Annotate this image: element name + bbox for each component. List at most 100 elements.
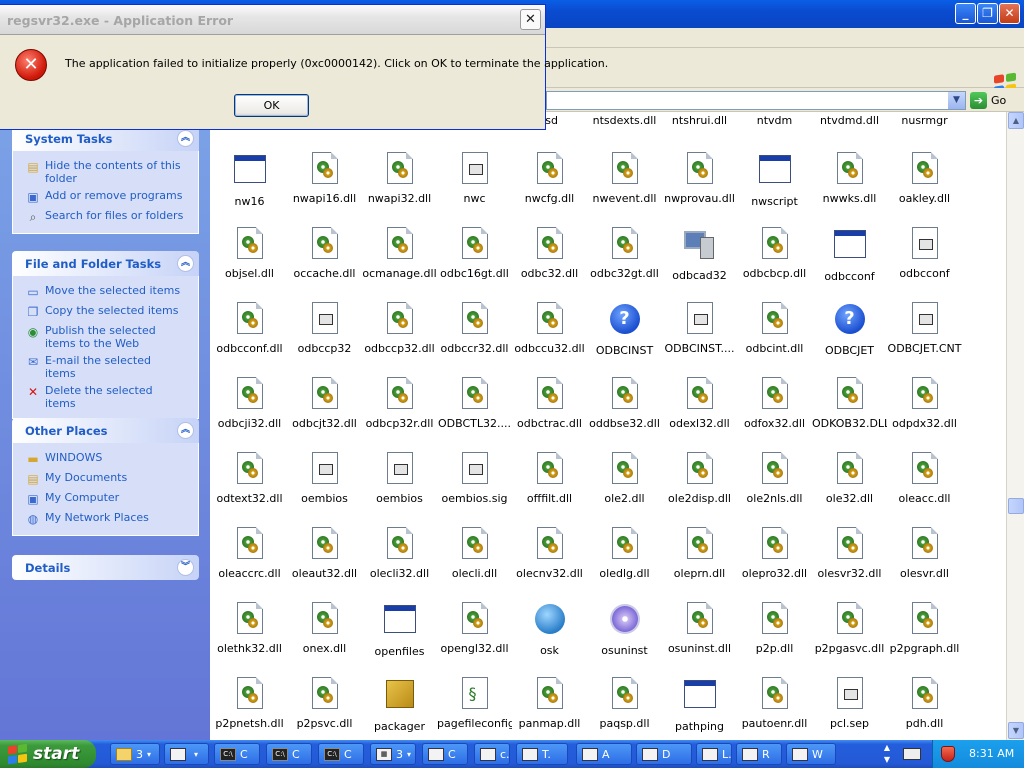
task-link[interactable]: ▬ WINDOWS [13, 449, 198, 469]
file-item[interactable]: occache.dll [287, 227, 362, 299]
file-item[interactable]: ole2nls.dll [737, 452, 812, 524]
file-item[interactable]: odtext32.dll [212, 452, 287, 524]
taskbar-button[interactable]: C [422, 743, 468, 765]
file-item[interactable]: offfilt.dll [512, 452, 587, 524]
file-item[interactable]: oledlg.dll [587, 527, 662, 599]
file-item[interactable]: odbc32.dll [512, 227, 587, 299]
task-panel-header[interactable]: Details ︾ [12, 555, 199, 580]
file-item[interactable]: odbcbcp.dll [737, 227, 812, 299]
file-item[interactable]: odbcjt32.dll [287, 377, 362, 449]
vertical-scrollbar[interactable]: ▲ ▼ [1006, 112, 1024, 740]
file-item[interactable]: olethk32.dll [212, 602, 287, 674]
file-item[interactable]: ODBCTL32.... [437, 377, 512, 449]
scroll-thumb[interactable] [1008, 498, 1024, 515]
file-item[interactable]: osuninst.dll [662, 602, 737, 674]
file-item[interactable]: ole2disp.dll [662, 452, 737, 524]
file-item[interactable]: p2psvc.dll [287, 677, 362, 740]
file-item[interactable]: odbc16gt.dll [437, 227, 512, 299]
file-label[interactable]: nusrmgr [887, 114, 962, 127]
file-item[interactable]: olecnv32.dll [512, 527, 587, 599]
taskbar-scroll-up-icon[interactable]: ▲ [880, 742, 894, 754]
taskbar-button[interactable]: A [576, 743, 632, 765]
file-item[interactable]: panmap.dll [512, 677, 587, 740]
task-link[interactable]: ◉ Publish the selected items to the Web [13, 322, 198, 352]
file-item[interactable]: ODKOB32.DLL [812, 377, 887, 449]
minimize-button[interactable]: _ [955, 3, 976, 24]
ok-button[interactable]: OK [234, 94, 309, 117]
keyboard-icon[interactable] [903, 748, 921, 760]
collapse-chevron-icon[interactable]: ︽ [177, 255, 194, 272]
clock[interactable]: 8:31 AM [969, 747, 1014, 760]
close-window-button[interactable]: ✕ [999, 3, 1020, 24]
taskbar-button[interactable]: W [786, 743, 836, 765]
file-item[interactable]: pcl.sep [812, 677, 887, 740]
taskbar-scroll-arrows[interactable]: ▲ ▼ [880, 742, 894, 766]
file-item[interactable]: nwscript [737, 152, 812, 224]
file-label[interactable]: ntshrui.dll [662, 114, 737, 127]
file-item[interactable]: nwevent.dll [587, 152, 662, 224]
file-item[interactable]: olecli.dll [437, 527, 512, 599]
task-link[interactable]: ▤ My Documents [13, 469, 198, 489]
file-item[interactable]: oakley.dll [887, 152, 962, 224]
address-dropdown-button[interactable]: ▼ [948, 92, 965, 109]
maximize-button[interactable]: ❐ [977, 3, 998, 24]
file-item[interactable]: opengl32.dll [437, 602, 512, 674]
file-item[interactable]: p2p.dll [737, 602, 812, 674]
file-item[interactable]: odbcconf [887, 227, 962, 299]
file-item[interactable]: nwwks.dll [812, 152, 887, 224]
taskbar-button[interactable]: ▾ [164, 743, 209, 765]
taskbar-button[interactable]: R [736, 743, 782, 765]
file-item[interactable]: nwapi16.dll [287, 152, 362, 224]
file-item[interactable]: p2pgasvc.dll [812, 602, 887, 674]
file-item[interactable]: ole2.dll [587, 452, 662, 524]
scroll-down-button[interactable]: ▼ [1008, 722, 1024, 739]
file-item[interactable]: packager [362, 677, 437, 740]
file-item[interactable]: odbcad32 [662, 227, 737, 299]
collapse-chevron-icon[interactable]: ︾ [177, 559, 194, 576]
file-item[interactable]: ? ODBCJET [812, 302, 887, 374]
file-label[interactable]: ntvdm [737, 114, 812, 127]
file-item[interactable]: oembios [287, 452, 362, 524]
go-button[interactable]: ➔ Go [970, 91, 1020, 110]
task-panel-header[interactable]: Other Places ︽ [12, 418, 199, 443]
task-panel-header[interactable]: File and Folder Tasks ︽ [12, 251, 199, 276]
file-item[interactable]: ocmanage.dll [362, 227, 437, 299]
file-item[interactable]: odbccp32 [287, 302, 362, 374]
file-item[interactable]: olepro32.dll [737, 527, 812, 599]
file-item[interactable]: odbccr32.dll [437, 302, 512, 374]
task-link[interactable]: ✕ Delete the selected items [13, 382, 198, 412]
task-link[interactable]: ⌕ Search for files or folders [13, 207, 198, 227]
file-item[interactable]: odfox32.dll [737, 377, 812, 449]
file-item[interactable]: nwc [437, 152, 512, 224]
file-item[interactable]: ODBCINST.... [662, 302, 737, 374]
taskbar-button[interactable]: ▦ 3 ▾ [370, 743, 416, 765]
task-link[interactable]: ▣ My Computer [13, 489, 198, 509]
file-item[interactable]: odbccp32.dll [362, 302, 437, 374]
taskbar-button[interactable]: C:\ C [214, 743, 260, 765]
file-item[interactable]: nw16 [212, 152, 287, 224]
task-link[interactable]: ◍ My Network Places [13, 509, 198, 529]
file-item[interactable]: nwapi32.dll [362, 152, 437, 224]
task-link[interactable]: ▣ Add or remove programs [13, 187, 198, 207]
file-item[interactable]: oembios.sig [437, 452, 512, 524]
file-item[interactable]: olesvr.dll [887, 527, 962, 599]
file-item[interactable]: osk [512, 602, 587, 674]
taskbar-button[interactable]: 3 ▾ [110, 743, 160, 765]
taskbar-scroll-down-icon[interactable]: ▼ [880, 754, 894, 766]
file-item[interactable]: odbcji32.dll [212, 377, 287, 449]
file-item[interactable]: osuninst [587, 602, 662, 674]
start-button[interactable]: start [0, 740, 96, 768]
taskbar-button[interactable]: C:\ C [266, 743, 312, 765]
file-item[interactable]: p2pnetsh.dll [212, 677, 287, 740]
file-label[interactable]: ntsdexts.dll [587, 114, 662, 127]
file-item[interactable]: olesvr32.dll [812, 527, 887, 599]
dialog-title-bar[interactable]: regsvr32.exe - Application Error ✕ [0, 5, 545, 35]
file-item[interactable]: oleaut32.dll [287, 527, 362, 599]
file-item[interactable]: odbccu32.dll [512, 302, 587, 374]
file-item[interactable]: odexl32.dll [662, 377, 737, 449]
file-item[interactable]: oddbse32.dll [587, 377, 662, 449]
task-link[interactable]: ▤ Hide the contents of this folder [13, 157, 198, 187]
taskbar-button[interactable]: C:\ C [318, 743, 364, 765]
scroll-up-button[interactable]: ▲ [1008, 112, 1024, 129]
file-item[interactable]: p2pgraph.dll [887, 602, 962, 674]
